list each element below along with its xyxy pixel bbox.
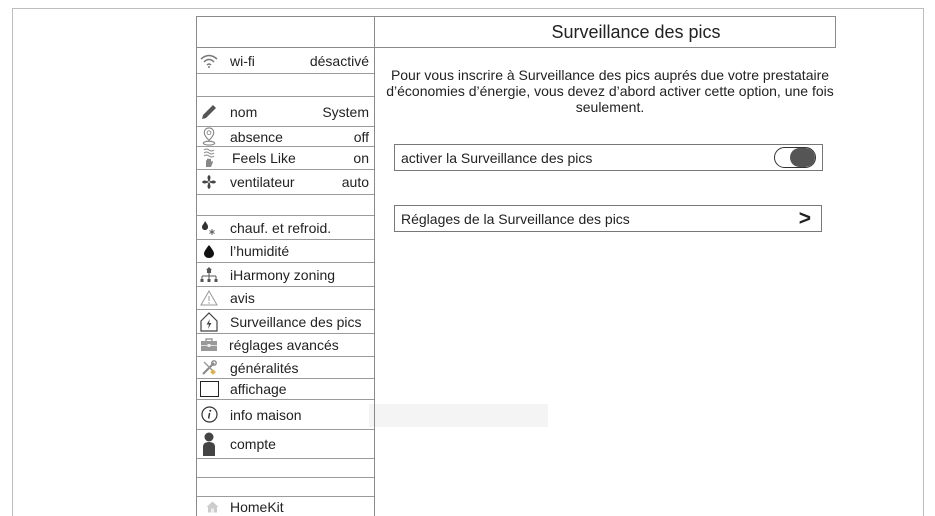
sidebar-item-label: ventilateur <box>230 174 295 190</box>
person-icon <box>198 430 220 458</box>
sidebar-item-wifi[interactable]: wi-fi désactivé <box>197 48 374 74</box>
sidebar-item-label: avis <box>230 290 255 306</box>
home-icon <box>198 497 220 516</box>
droplet-icon <box>198 240 220 262</box>
sidebar-item-homekit[interactable]: HomeKit <box>197 497 374 516</box>
peak-monitoring-toggle[interactable] <box>774 147 816 168</box>
sidebar-item-peak-monitoring[interactable]: Surveillance des pics <box>197 310 374 334</box>
sidebar-item-heat-cool[interactable]: chauf. et refroid. <box>197 216 374 240</box>
page-title-bar: Surveillance des pics <box>374 16 836 48</box>
wifi-icon <box>198 48 220 73</box>
zoning-icon <box>198 263 220 286</box>
sidebar-item-label: généralités <box>230 359 299 376</box>
peak-house-icon <box>198 310 220 333</box>
header-left-cell <box>196 16 375 48</box>
peak-monitoring-description: Pour vous inscrire à Surveillance des pi… <box>386 67 834 115</box>
sidebar-item-name[interactable]: nom System <box>197 97 374 127</box>
sidebar-spacer <box>197 478 374 497</box>
toggle-row-label: activer la Surveillance des pics <box>401 149 593 166</box>
sidebar-item-zoning[interactable]: iHarmony zoning <box>197 263 374 287</box>
pencil-icon <box>198 97 220 126</box>
toolbox-icon <box>198 334 220 356</box>
chevron-right-icon: > <box>798 207 811 230</box>
peak-monitoring-settings-link[interactable]: Réglages de la Surveillance des pics > <box>394 205 822 232</box>
sidebar-item-general[interactable]: généralités <box>197 357 374 379</box>
info-icon <box>198 400 220 429</box>
sidebar-item-fan[interactable]: ventilateur auto <box>197 170 374 195</box>
sidebar-spacer <box>197 195 374 216</box>
sidebar-item-value: System <box>322 103 369 120</box>
tools-icon <box>198 357 220 378</box>
toggle-knob <box>790 148 815 167</box>
sidebar-item-label: absence <box>230 128 283 145</box>
sidebar-spacer <box>197 459 374 478</box>
sidebar-item-humidity[interactable]: l’humidité <box>197 240 374 263</box>
fan-icon <box>198 170 220 194</box>
settings-row-label: Réglages de la Surveillance des pics <box>401 210 630 227</box>
sidebar-item-label: iHarmony zoning <box>230 266 336 283</box>
page-title: Surveillance des pics <box>551 21 721 42</box>
peak-monitoring-toggle-row[interactable]: activer la Surveillance des pics <box>394 144 823 171</box>
sidebar-spacer <box>197 74 374 97</box>
sidebar-item-absence[interactable]: absence off <box>197 127 374 147</box>
sidebar-item-label: nom <box>230 103 258 120</box>
sidebar-item-value: off <box>353 128 369 145</box>
sidebar-item-label: wi-fi <box>230 52 255 69</box>
person-pin-icon <box>198 127 220 146</box>
sidebar: wi-fi désactivé nom System absence off F… <box>196 48 375 516</box>
sidebar-item-home-info[interactable]: info maison <box>197 400 374 430</box>
heat-cool-icon <box>198 216 220 239</box>
sidebar-item-value: désactivé <box>309 52 369 69</box>
faint-highlight-bar <box>369 404 548 427</box>
sidebar-item-label: affichage <box>230 381 287 397</box>
sidebar-item-account[interactable]: compte <box>197 430 374 459</box>
sidebar-item-label: Surveillance des pics <box>230 313 362 330</box>
sidebar-item-label: chauf. et refroid. <box>230 219 332 236</box>
sidebar-item-feels-like[interactable]: Feels Like on <box>197 147 374 170</box>
sidebar-item-label: compte <box>230 436 276 452</box>
warning-icon <box>198 287 220 309</box>
sidebar-item-label: l’humidité <box>230 243 290 259</box>
sidebar-item-label: HomeKit <box>230 498 284 515</box>
sidebar-item-label: info maison <box>230 406 302 423</box>
feels-like-icon <box>198 147 220 169</box>
sidebar-item-display[interactable]: affichage <box>197 379 374 400</box>
sidebar-item-value: auto <box>341 174 369 190</box>
display-icon <box>198 379 220 399</box>
sidebar-item-label: Feels Like <box>232 150 296 166</box>
sidebar-item-label: réglages avancés <box>229 337 339 353</box>
sidebar-item-alerts[interactable]: avis <box>197 287 374 310</box>
sidebar-item-advanced-settings[interactable]: réglages avancés <box>197 334 374 357</box>
sidebar-item-value: on <box>353 150 369 166</box>
